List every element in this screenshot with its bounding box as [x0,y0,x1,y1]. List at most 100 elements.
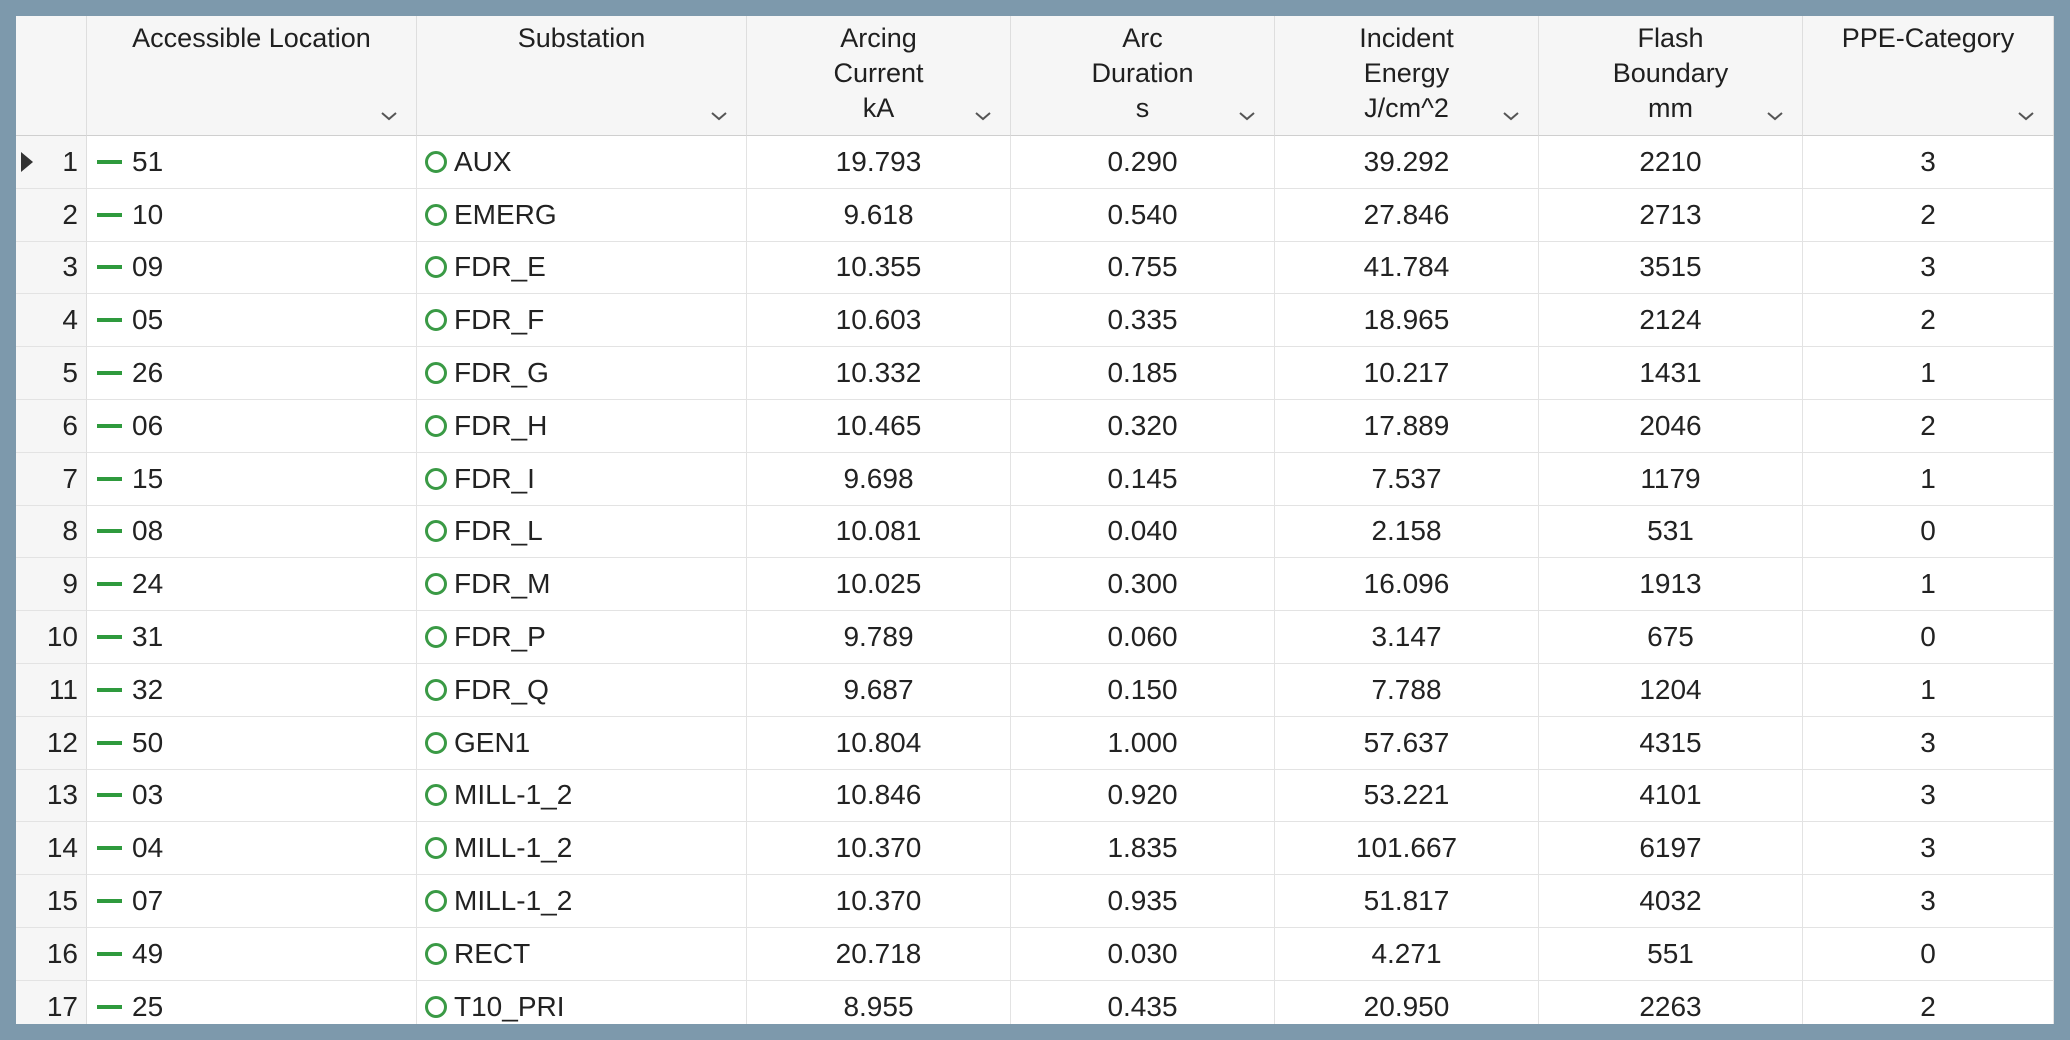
arc-duration-cell[interactable]: 0.150 [1011,663,1275,717]
substation-cell[interactable]: RECT [417,927,747,981]
row-number[interactable]: 9 [16,558,87,612]
flash-boundary-cell[interactable]: 675 [1539,611,1803,664]
substation-cell[interactable]: FDR_L [417,505,747,559]
arc-duration-cell[interactable]: 0.300 [1011,558,1275,612]
flash-boundary-cell[interactable]: 551 [1539,927,1803,981]
accessible-location-cell[interactable]: 03 [87,769,417,823]
ppe-category-cell[interactable]: 3 [1803,875,2054,928]
chevron-down-icon[interactable] [708,109,730,123]
arcing-current-cell[interactable]: 9.618 [747,188,1011,242]
incident-energy-cell[interactable]: 57.637 [1275,716,1539,770]
ppe-category-cell[interactable]: 0 [1803,505,2054,559]
incident-energy-cell[interactable]: 53.221 [1275,769,1539,823]
incident-energy-cell[interactable]: 101.667 [1275,822,1539,876]
chevron-down-icon[interactable] [378,109,400,123]
accessible-location-cell[interactable]: 08 [87,505,417,559]
arc-duration-cell[interactable]: 0.540 [1011,188,1275,242]
row-header-corner[interactable] [16,16,87,136]
column-header-accessible-location[interactable]: Accessible Location [87,16,417,136]
arcing-current-cell[interactable]: 10.081 [747,505,1011,559]
row-number[interactable]: 12 [16,716,87,770]
column-header-arcing-current[interactable]: Arcing Current kA [747,16,1011,136]
arcing-current-cell[interactable]: 9.789 [747,611,1011,664]
arc-duration-cell[interactable]: 0.290 [1011,136,1275,189]
accessible-location-cell[interactable]: 15 [87,452,417,506]
flash-boundary-cell[interactable]: 6197 [1539,822,1803,876]
incident-energy-cell[interactable]: 20.950 [1275,980,1539,1024]
accessible-location-cell[interactable]: 09 [87,241,417,295]
arc-duration-cell[interactable]: 0.920 [1011,769,1275,823]
arcing-current-cell[interactable]: 20.718 [747,927,1011,981]
flash-boundary-cell[interactable]: 2263 [1539,980,1803,1024]
substation-cell[interactable]: FDR_P [417,611,747,664]
substation-cell[interactable]: FDR_M [417,558,747,612]
flash-boundary-cell[interactable]: 4101 [1539,769,1803,823]
arc-duration-cell[interactable]: 0.060 [1011,611,1275,664]
ppe-category-cell[interactable]: 2 [1803,294,2054,348]
ppe-category-cell[interactable]: 0 [1803,611,2054,664]
ppe-category-cell[interactable]: 3 [1803,136,2054,189]
incident-energy-cell[interactable]: 10.217 [1275,347,1539,400]
ppe-category-cell[interactable]: 2 [1803,399,2054,453]
row-number[interactable]: 7 [16,452,87,506]
ppe-category-cell[interactable]: 1 [1803,558,2054,612]
accessible-location-cell[interactable]: 10 [87,188,417,242]
substation-cell[interactable]: MILL-1_2 [417,875,747,928]
accessible-location-cell[interactable]: 50 [87,716,417,770]
ppe-category-cell[interactable]: 2 [1803,980,2054,1024]
arcing-current-cell[interactable]: 9.687 [747,663,1011,717]
accessible-location-cell[interactable]: 31 [87,611,417,664]
column-header-arc-duration[interactable]: Arc Duration s [1011,16,1275,136]
ppe-category-cell[interactable]: 1 [1803,347,2054,400]
row-number[interactable]: 15 [16,875,87,928]
substation-cell[interactable]: FDR_Q [417,663,747,717]
incident-energy-cell[interactable]: 3.147 [1275,611,1539,664]
accessible-location-cell[interactable]: 06 [87,399,417,453]
incident-energy-cell[interactable]: 16.096 [1275,558,1539,612]
flash-boundary-cell[interactable]: 2046 [1539,399,1803,453]
accessible-location-cell[interactable]: 51 [87,136,417,189]
arc-duration-cell[interactable]: 0.145 [1011,452,1275,506]
arcing-current-cell[interactable]: 10.804 [747,716,1011,770]
arc-duration-cell[interactable]: 0.320 [1011,399,1275,453]
arcing-current-cell[interactable]: 9.698 [747,452,1011,506]
row-number[interactable]: 17 [16,980,87,1024]
row-number[interactable]: 13 [16,769,87,823]
substation-cell[interactable]: FDR_H [417,399,747,453]
row-number[interactable]: 11 [16,663,87,717]
flash-boundary-cell[interactable]: 531 [1539,505,1803,559]
chevron-down-icon[interactable] [972,109,994,123]
arcing-current-cell[interactable]: 10.370 [747,875,1011,928]
row-number[interactable]: 3 [16,241,87,295]
substation-cell[interactable]: EMERG [417,188,747,242]
column-header-incident-energy[interactable]: Incident Energy J/cm^2 [1275,16,1539,136]
column-header-ppe-category[interactable]: PPE-Category [1803,16,2054,136]
incident-energy-cell[interactable]: 51.817 [1275,875,1539,928]
row-number[interactable]: 6 [16,399,87,453]
row-number[interactable]: 14 [16,822,87,876]
substation-cell[interactable]: MILL-1_2 [417,822,747,876]
ppe-category-cell[interactable]: 2 [1803,188,2054,242]
incident-energy-cell[interactable]: 7.788 [1275,663,1539,717]
row-number[interactable]: 16 [16,927,87,981]
substation-cell[interactable]: FDR_G [417,347,747,400]
ppe-category-cell[interactable]: 3 [1803,241,2054,295]
incident-energy-cell[interactable]: 27.846 [1275,188,1539,242]
chevron-down-icon[interactable] [1500,109,1522,123]
incident-energy-cell[interactable]: 2.158 [1275,505,1539,559]
flash-boundary-cell[interactable]: 1179 [1539,452,1803,506]
arcing-current-cell[interactable]: 19.793 [747,136,1011,189]
row-number[interactable]: 2 [16,188,87,242]
row-number[interactable]: 8 [16,505,87,559]
substation-cell[interactable]: T10_PRI [417,980,747,1024]
flash-boundary-cell[interactable]: 2713 [1539,188,1803,242]
accessible-location-cell[interactable]: 05 [87,294,417,348]
arcing-current-cell[interactable]: 10.332 [747,347,1011,400]
accessible-location-cell[interactable]: 49 [87,927,417,981]
flash-boundary-cell[interactable]: 4032 [1539,875,1803,928]
row-number[interactable]: 4 [16,294,87,348]
flash-boundary-cell[interactable]: 1913 [1539,558,1803,612]
substation-cell[interactable]: GEN1 [417,716,747,770]
ppe-category-cell[interactable]: 0 [1803,927,2054,981]
arcing-current-cell[interactable]: 10.355 [747,241,1011,295]
